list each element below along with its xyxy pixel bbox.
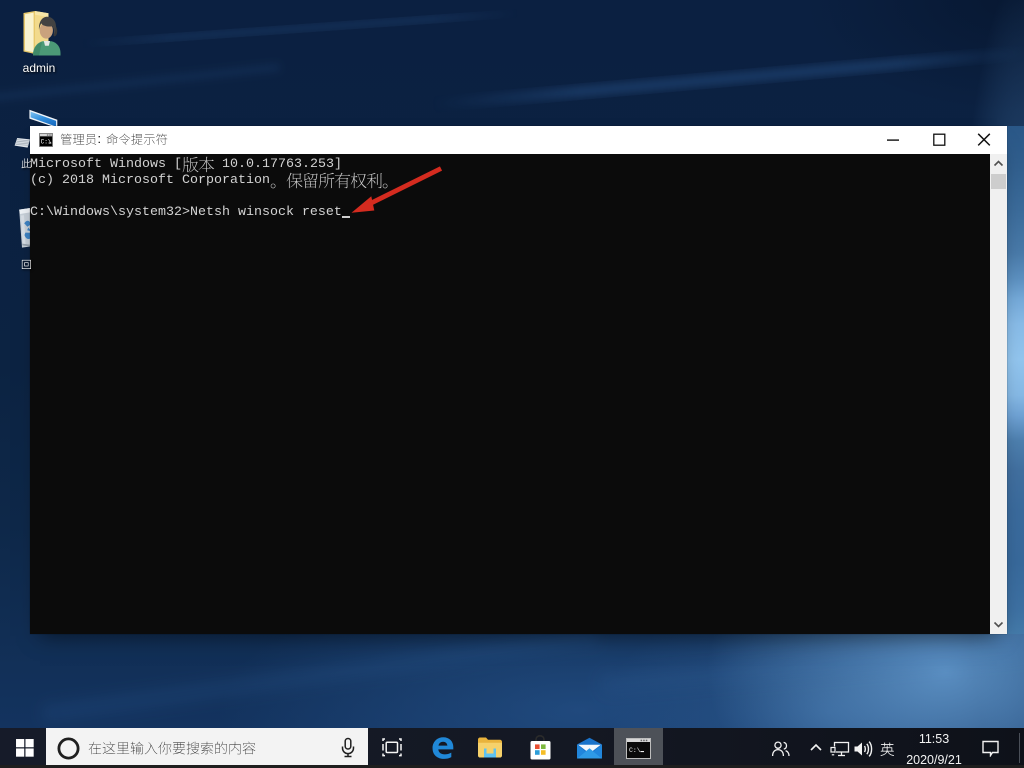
svg-text:C:\: C:\ <box>41 138 52 145</box>
svg-text:C:\: C:\ <box>629 747 641 754</box>
